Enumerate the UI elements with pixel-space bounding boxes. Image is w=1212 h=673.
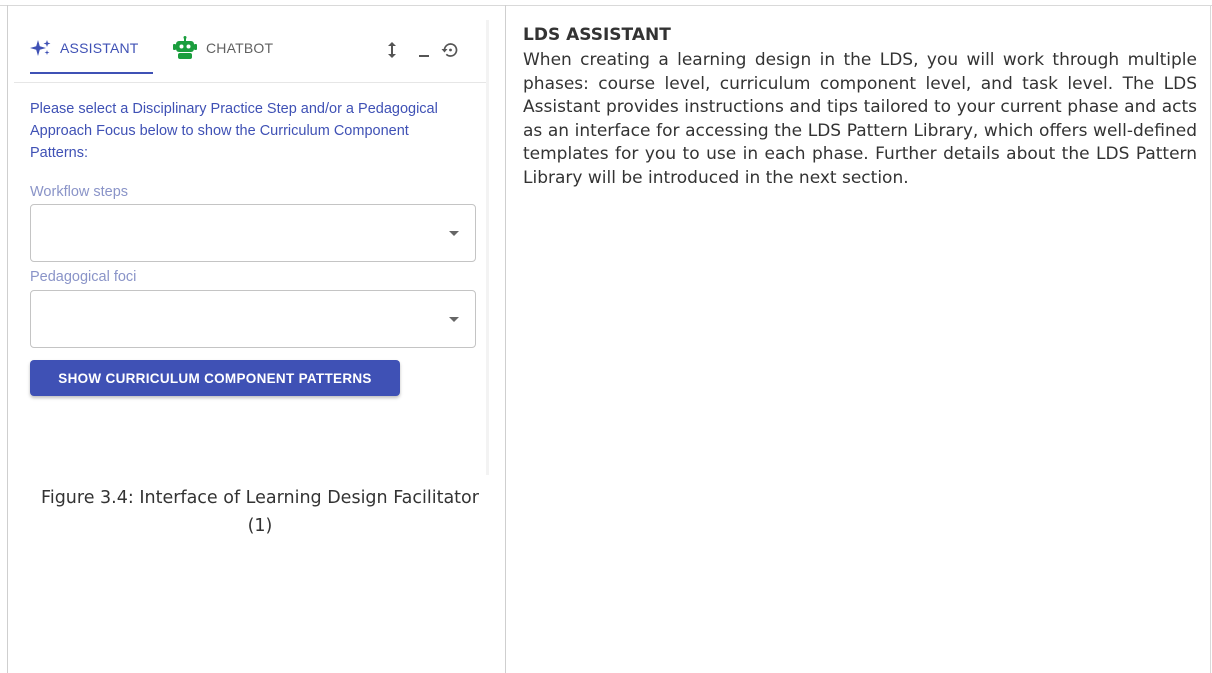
page-right-rule [1210,5,1211,673]
figure-caption: Figure 3.4: Interface of Learning Design… [41,488,479,536]
tab-chatbot-label: CHATBOT [206,40,274,56]
workflow-steps-label: Workflow steps [30,184,129,200]
pedagogical-foci-label: Pedagogical foci [30,269,137,285]
section-paragraph: When creating a learning design in the L… [523,50,1197,188]
workflow-steps-select[interactable] [30,204,476,262]
chevron-down-icon [449,231,459,236]
tab-assistant-label: ASSISTANT [60,40,139,56]
reset-icon[interactable] [440,38,460,62]
section-heading: LDS ASSISTANT [523,25,671,45]
sparkle-icon [30,39,52,57]
page-left-rule [7,5,8,673]
tab-assistant[interactable]: ASSISTANT [30,20,139,76]
robot-icon [172,36,198,60]
chevron-down-icon [449,317,459,322]
pedagogical-foci-select[interactable] [30,290,476,348]
page-top-rule [0,5,1212,6]
assistant-widget-panel: ASSISTANT CHATBOT Please select a Discip… [14,20,488,475]
assistant-instructions: Please select a Disciplinary Practice St… [30,101,438,161]
resize-vertical-icon[interactable] [382,38,402,62]
tab-chatbot[interactable]: CHATBOT [172,20,273,76]
active-tab-indicator [30,72,153,74]
panel-scroll-edge [486,20,489,475]
widget-tab-bar: ASSISTANT CHATBOT [14,20,488,83]
show-patterns-button[interactable]: SHOW CURRICULUM COMPONENT PATTERNS [30,360,400,396]
column-divider [505,5,506,673]
minimize-icon[interactable] [414,38,434,62]
